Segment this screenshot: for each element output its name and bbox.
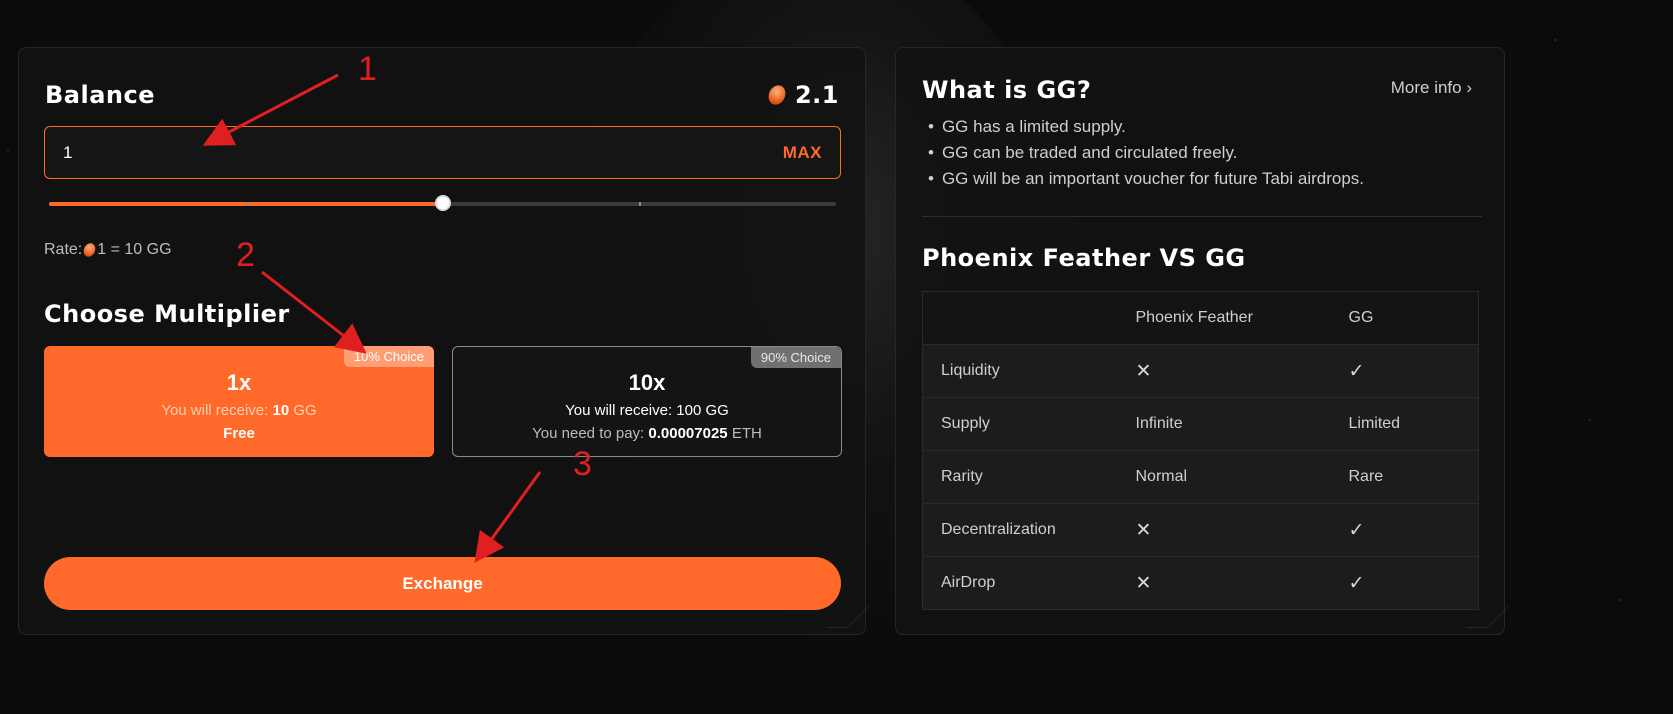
divider (922, 216, 1482, 217)
check-icon: ✓ (1348, 519, 1365, 541)
pay-amount: 0.00007025 (648, 424, 728, 442)
phoenix-feather-icon (765, 82, 789, 108)
comparison-title: Phoenix Feather VS GG (922, 244, 1246, 272)
info-title: What is GG? (922, 76, 1092, 104)
info-bullets: GG has a limited supply. GG can be trade… (928, 114, 1364, 192)
pay-unit: ETH (731, 424, 762, 442)
multiplier-option-10x[interactable]: 90% Choice 10x You will receive: 100 GG … (452, 346, 842, 457)
receive-text: You will receive: 100 GG (565, 401, 729, 419)
more-info-link[interactable]: More info › (1391, 78, 1472, 98)
table-header-row: Phoenix Feather GG (922, 291, 1479, 345)
exchange-panel: Balance 2.1 MAX Rate: 1 = 10 GG Choose M… (18, 47, 870, 635)
amount-input[interactable] (63, 142, 663, 163)
list-item: GG will be an important voucher for futu… (928, 166, 1364, 192)
corner-decoration (826, 606, 870, 628)
table-row: AirDrop ✕ ✓ (922, 556, 1479, 610)
amount-field[interactable]: MAX (44, 126, 841, 179)
amount-slider[interactable] (49, 195, 836, 211)
receive-amount: 10 (272, 401, 290, 419)
pay-prefix: You need to pay: (532, 424, 645, 442)
multiplier-option-1x[interactable]: 10% Choice 1x You will receive: 10 GG Fr… (44, 346, 434, 457)
slider-handle[interactable] (434, 195, 451, 211)
multiplier-label: 10x (628, 369, 666, 395)
info-panel: What is GG? More info › GG has a limited… (895, 47, 1509, 635)
cross-icon: ✕ (1135, 519, 1152, 541)
choice-badge: 90% Choice (750, 347, 841, 368)
choice-badge: 10% Choice (343, 346, 434, 367)
pay-text: You need to pay: 0.00007025 ETH (532, 425, 762, 442)
row-label: Decentralization (922, 503, 1136, 557)
table-row: Decentralization ✕ ✓ (922, 503, 1479, 557)
table-row: Liquidity ✕ ✓ (922, 344, 1479, 398)
exchange-rate: Rate: 1 = 10 GG (44, 241, 172, 259)
comparison-table: Phoenix Feather GG Liquidity ✕ ✓ Supply … (922, 291, 1479, 610)
cross-icon: ✕ (1135, 572, 1152, 594)
balance-amount: 2.1 (765, 81, 839, 109)
balance-value: 2.1 (794, 81, 839, 109)
multiplier-label: 1x (226, 369, 252, 395)
check-icon: ✓ (1348, 360, 1365, 382)
slider-tick (639, 202, 642, 206)
table-cell: Rare (1348, 450, 1479, 504)
row-label: AirDrop (941, 574, 996, 591)
max-button[interactable]: MAX (783, 143, 822, 163)
receive-prefix: You will receive: (161, 401, 269, 419)
balance-title: Balance (45, 81, 155, 109)
annotation-number-1: 1 (358, 50, 377, 88)
rate-label: Rate: (44, 241, 83, 258)
phoenix-feather-icon (81, 241, 98, 259)
slider-tick (245, 202, 248, 206)
column-header: Phoenix Feather (1135, 291, 1349, 345)
receive-unit: GG (293, 401, 317, 419)
column-header (922, 291, 1136, 345)
multiplier-title: Choose Multiplier (44, 300, 290, 328)
column-header: GG (1348, 291, 1479, 345)
table-cell: Limited (1348, 397, 1479, 451)
check-icon: ✓ (1348, 572, 1365, 594)
receive-text: You will receive: 10 GG (161, 402, 316, 419)
row-label: Rarity (922, 450, 1136, 504)
annotation-number-3: 3 (573, 445, 592, 483)
list-item: GG can be traded and circulated freely. (928, 140, 1364, 166)
table-cell: Normal (1135, 450, 1349, 504)
table-cell: Infinite (1135, 397, 1349, 451)
annotation-number-2: 2 (236, 236, 255, 274)
cost-text: Free (223, 424, 255, 442)
table-row: Supply Infinite Limited (922, 397, 1479, 451)
table-row: Rarity Normal Rare (922, 450, 1479, 504)
rate-value: 1 = 10 GG (97, 241, 172, 258)
row-label: Liquidity (922, 344, 1136, 398)
list-item: GG has a limited supply. (928, 114, 1364, 140)
exchange-button[interactable]: Exchange (44, 557, 841, 610)
row-label: Supply (922, 397, 1136, 451)
cross-icon: ✕ (1135, 360, 1152, 382)
